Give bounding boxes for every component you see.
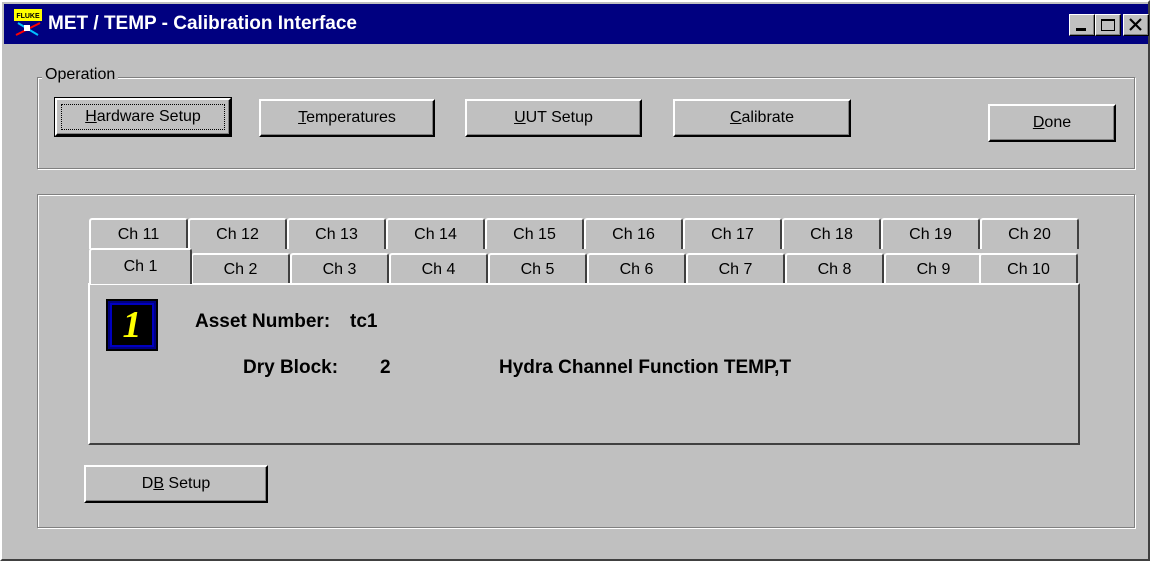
calibrate-label: Calibrate: [729, 109, 795, 126]
tab-ch-7[interactable]: Ch 7: [686, 253, 785, 284]
tab-ch-18[interactable]: Ch 18: [782, 218, 881, 249]
done-label: Done: [1032, 114, 1072, 131]
fluke-app-icon[interactable]: FLUKE: [14, 9, 42, 37]
tab-ch-9[interactable]: Ch 9: [884, 253, 983, 284]
channel-number-badge: 1: [106, 299, 158, 351]
tab-label: Ch 15: [513, 225, 556, 243]
tab-ch-1[interactable]: Ch 1: [89, 248, 192, 284]
tab-label: Ch 6: [619, 260, 654, 278]
tab-label: Ch 13: [315, 225, 358, 243]
tab-ch-20[interactable]: Ch 20: [980, 218, 1079, 249]
hydra-channel-function: Hydra Channel Function TEMP,T: [499, 357, 792, 378]
tab-label: Ch 17: [711, 225, 754, 243]
title-bar[interactable]: FLUKE MET / TEMP - Calibration Interface: [4, 4, 1149, 44]
tab-ch-10[interactable]: Ch 10: [979, 253, 1078, 284]
temperatures-button[interactable]: Temperatures: [259, 99, 435, 137]
asset-number-value: tc1: [350, 311, 378, 332]
uut-setup-button[interactable]: UUT Setup: [465, 99, 642, 137]
hardware-setup-button[interactable]: Hardware Setup: [54, 97, 232, 137]
dry-block-label: Dry Block:: [243, 357, 339, 378]
tab-ch-3[interactable]: Ch 3: [290, 253, 389, 284]
tab-ch-5[interactable]: Ch 5: [488, 253, 587, 284]
tab-ch-14[interactable]: Ch 14: [386, 218, 485, 249]
calibrate-button[interactable]: Calibrate: [673, 99, 851, 137]
temperatures-label: Temperatures: [298, 109, 396, 126]
db-setup-label: DB Setup: [141, 475, 211, 492]
tab-ch-17[interactable]: Ch 17: [683, 218, 782, 249]
tab-label: Ch 11: [117, 225, 160, 243]
tab-label: Ch 9: [916, 260, 951, 278]
dry-block-value: 2: [380, 357, 391, 378]
tab-label: Ch 7: [718, 260, 753, 278]
tab-ch-6[interactable]: Ch 6: [587, 253, 686, 284]
tab-ch-11[interactable]: Ch 11: [89, 218, 188, 249]
tab-label: Ch 10: [1007, 260, 1050, 278]
tab-label: Ch 18: [810, 225, 853, 243]
tab-ch-16[interactable]: Ch 16: [584, 218, 683, 249]
tab-ch-4[interactable]: Ch 4: [389, 253, 488, 284]
tab-label: Ch 16: [612, 225, 655, 243]
minimize-button[interactable]: [1069, 14, 1095, 36]
tab-label: Ch 12: [216, 225, 259, 243]
db-setup-button[interactable]: DB Setup: [84, 465, 268, 503]
tab-ch-8[interactable]: Ch 8: [785, 253, 884, 284]
tab-label: Ch 4: [421, 260, 456, 278]
tab-label: Ch 20: [1008, 225, 1051, 243]
tab-label: Ch 8: [817, 260, 852, 278]
tab-label: Ch 3: [322, 260, 357, 278]
app-window: FLUKE MET / TEMP - Calibration Interface…: [0, 0, 1150, 561]
operation-group-label: Operation: [42, 66, 119, 84]
tab-ch-2[interactable]: Ch 2: [191, 253, 290, 284]
tab-label: Ch 1: [123, 258, 158, 275]
minimize-icon: [1076, 28, 1086, 31]
window-title: MET / TEMP - Calibration Interface: [48, 13, 357, 34]
tab-label: Ch 5: [520, 260, 555, 278]
tab-ch-19[interactable]: Ch 19: [881, 218, 980, 249]
tab-ch-15[interactable]: Ch 15: [485, 218, 584, 249]
tab-label: Ch 14: [414, 225, 457, 243]
tab-ch-12[interactable]: Ch 12: [188, 218, 287, 249]
maximize-icon: [1101, 19, 1115, 31]
asset-number-label: Asset Number:: [195, 311, 331, 332]
tab-label: Ch 2: [223, 260, 258, 278]
channel-tab-panel: 1 Asset Number: tc1 Dry Block: 2 Hydra C…: [88, 283, 1080, 445]
close-button[interactable]: [1123, 14, 1149, 36]
channel-number: 1: [110, 303, 154, 347]
tab-ch-13[interactable]: Ch 13: [287, 218, 386, 249]
focus-rectangle: [61, 104, 225, 130]
svg-text:FLUKE: FLUKE: [16, 13, 40, 20]
tab-label: Ch 19: [909, 225, 952, 243]
close-icon: [1129, 18, 1142, 31]
uut-setup-label: UUT Setup: [514, 109, 593, 126]
maximize-button[interactable]: [1095, 14, 1121, 36]
done-button[interactable]: Done: [988, 104, 1116, 142]
